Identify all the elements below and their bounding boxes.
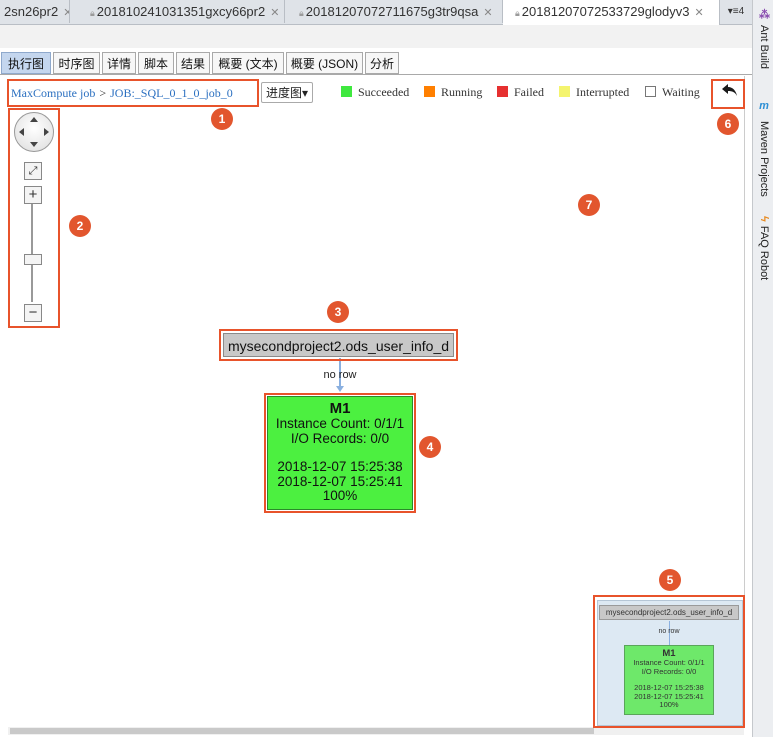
swatch-running	[424, 86, 435, 97]
annotation-box-source-node	[219, 329, 458, 361]
chevron-down-icon: ▾	[302, 86, 309, 100]
tool-label: Maven Projects	[758, 121, 770, 197]
legend-label: Running	[441, 85, 483, 99]
editor-tab-label: 2sn26pr2	[4, 4, 59, 19]
tab-execution-graph[interactable]: 执行图	[1, 52, 51, 74]
tool-label: Ant Build	[758, 25, 770, 70]
editor-tab-label: 201810241031351gxcy66pr2	[96, 4, 266, 19]
lock-icon: 🔒︎	[299, 8, 304, 18]
close-icon[interactable]: ✕	[270, 7, 279, 19]
annotation-box-breadcrumb	[7, 79, 259, 107]
ant-build-tool[interactable]: ⁂ Ant Build	[753, 8, 773, 69]
tab-script[interactable]: 脚本	[138, 52, 174, 74]
legend-failed: Failed	[497, 85, 544, 99]
dropdown-label: 进度图	[266, 86, 303, 100]
legend-waiting: Waiting	[645, 85, 700, 99]
legend-label: Failed	[514, 85, 544, 99]
close-icon[interactable]: ✕	[695, 7, 704, 19]
tab-summary-json[interactable]: 概要 (JSON)	[286, 52, 363, 74]
edge-arrowhead	[336, 386, 344, 392]
edge-label: no row	[323, 369, 357, 381]
annotation-box-back-button	[711, 79, 745, 109]
tab-timeline[interactable]: 时序图	[53, 52, 100, 74]
legend-label: Succeeded	[358, 85, 410, 99]
legend-running: Running	[424, 85, 482, 99]
annotation-marker: 5	[659, 569, 681, 591]
lock-icon: 🔒︎	[515, 8, 520, 18]
tab-divider	[0, 74, 752, 75]
legend-interrupted: Interrupted	[559, 85, 629, 99]
ant-icon: ⁂	[758, 8, 770, 21]
editor-tab-label: 20181207072533729glodyv3	[521, 4, 690, 19]
robot-icon: ϟ	[758, 216, 770, 222]
annotation-box-minimap	[593, 595, 745, 728]
swatch-failed	[497, 86, 508, 97]
legend-succeeded: Succeeded	[341, 85, 409, 99]
right-tool-strip: ⁂ Ant Build m Maven Projects ϟ FAQ Robot	[752, 0, 773, 737]
tab-overflow-button[interactable]: ▾≡4	[722, 2, 750, 22]
editor-tab[interactable]: 2sn26pr2 ✕	[0, 0, 70, 23]
lock-icon: 🔒︎	[90, 8, 95, 18]
toolbar-band	[0, 25, 752, 48]
faq-robot-tool[interactable]: ϟ FAQ Robot	[753, 216, 773, 280]
tab-analysis[interactable]: 分析	[365, 52, 399, 74]
tab-summary-text[interactable]: 概要 (文本)	[212, 52, 284, 74]
editor-tab-label: 20181207072711675g3tr9qsa	[305, 4, 479, 19]
swatch-waiting	[645, 86, 656, 97]
tab-result[interactable]: 结果	[176, 52, 210, 74]
editor-tab[interactable]: 🔒︎ 201810241031351gxcy66pr2 ✕	[70, 0, 285, 23]
maven-projects-tool[interactable]: m Maven Projects	[753, 96, 773, 197]
legend-label: Waiting	[662, 85, 700, 99]
editor-tab-bar: 2sn26pr2✕ 🔒︎201810241031351gxcy66pr2✕ 🔒︎…	[0, 0, 752, 25]
annotation-marker: 7	[578, 194, 600, 216]
annotation-box-zoom	[8, 108, 60, 328]
close-icon[interactable]: ✕	[63, 7, 69, 19]
legend-label: Interrupted	[576, 85, 630, 99]
swatch-succeeded	[341, 86, 352, 97]
annotation-marker: 3	[327, 301, 349, 323]
swatch-interrupted	[559, 86, 570, 97]
annotation-marker: 2	[69, 215, 91, 237]
overflow-count: 4	[738, 6, 745, 17]
maven-icon: m	[759, 100, 769, 112]
tool-label: FAQ Robot	[758, 225, 770, 281]
annotation-marker: 6	[717, 113, 739, 135]
editor-tab-active[interactable]: 🔒︎ 20181207072533729glodyv3 ✕	[503, 0, 720, 25]
annotation-marker: 1	[211, 108, 233, 130]
annotation-box-task-node	[264, 393, 416, 513]
editor-tab[interactable]: 🔒︎ 20181207072711675g3tr9qsa ✕	[285, 0, 503, 23]
progress-view-dropdown[interactable]: 进度图▾	[261, 82, 313, 103]
annotation-marker: 4	[419, 436, 441, 458]
close-icon[interactable]: ✕	[483, 7, 492, 19]
scrollbar-thumb[interactable]	[10, 728, 594, 734]
tab-details[interactable]: 详情	[102, 52, 136, 74]
